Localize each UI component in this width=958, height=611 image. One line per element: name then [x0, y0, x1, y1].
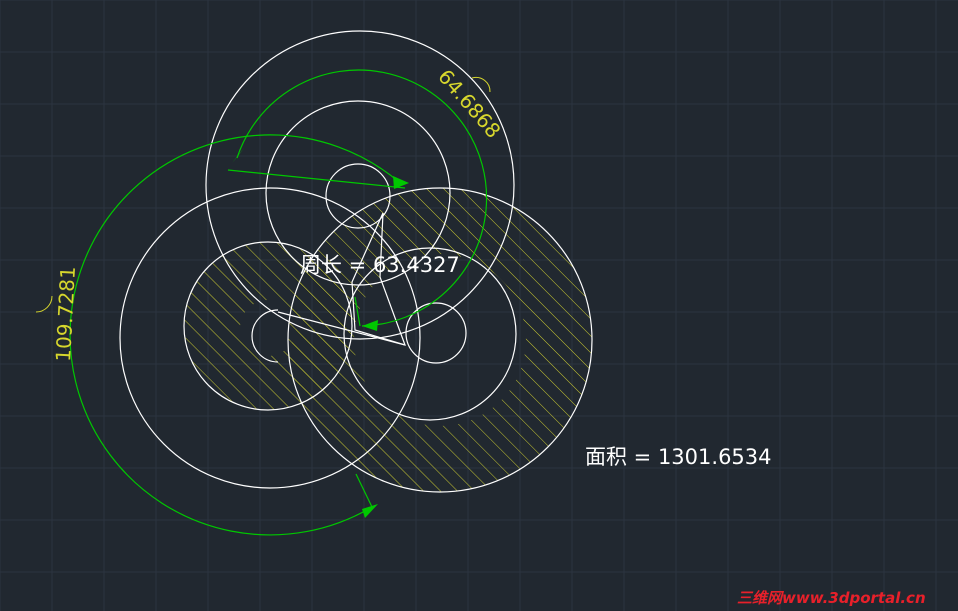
dimension-leader-top: [227, 169, 406, 189]
cad-drawing: 64.6868 109.7281 周长 = 63.4327 面积 = 1301.…: [0, 0, 958, 611]
background-grid: [0, 0, 958, 611]
watermark-logo: 三维网www.3dportal.cn: [737, 589, 926, 607]
dimension-value-left: 109.7281: [51, 266, 80, 363]
cad-drawing-canvas[interactable]: 64.6868 109.7281 周长 = 63.4327 面积 = 1301.…: [0, 0, 958, 611]
arc-mark-left: [35, 295, 53, 313]
perimeter-label: 周长 = 63.4327: [300, 253, 460, 277]
area-label: 面积 = 1301.6534: [585, 445, 772, 469]
